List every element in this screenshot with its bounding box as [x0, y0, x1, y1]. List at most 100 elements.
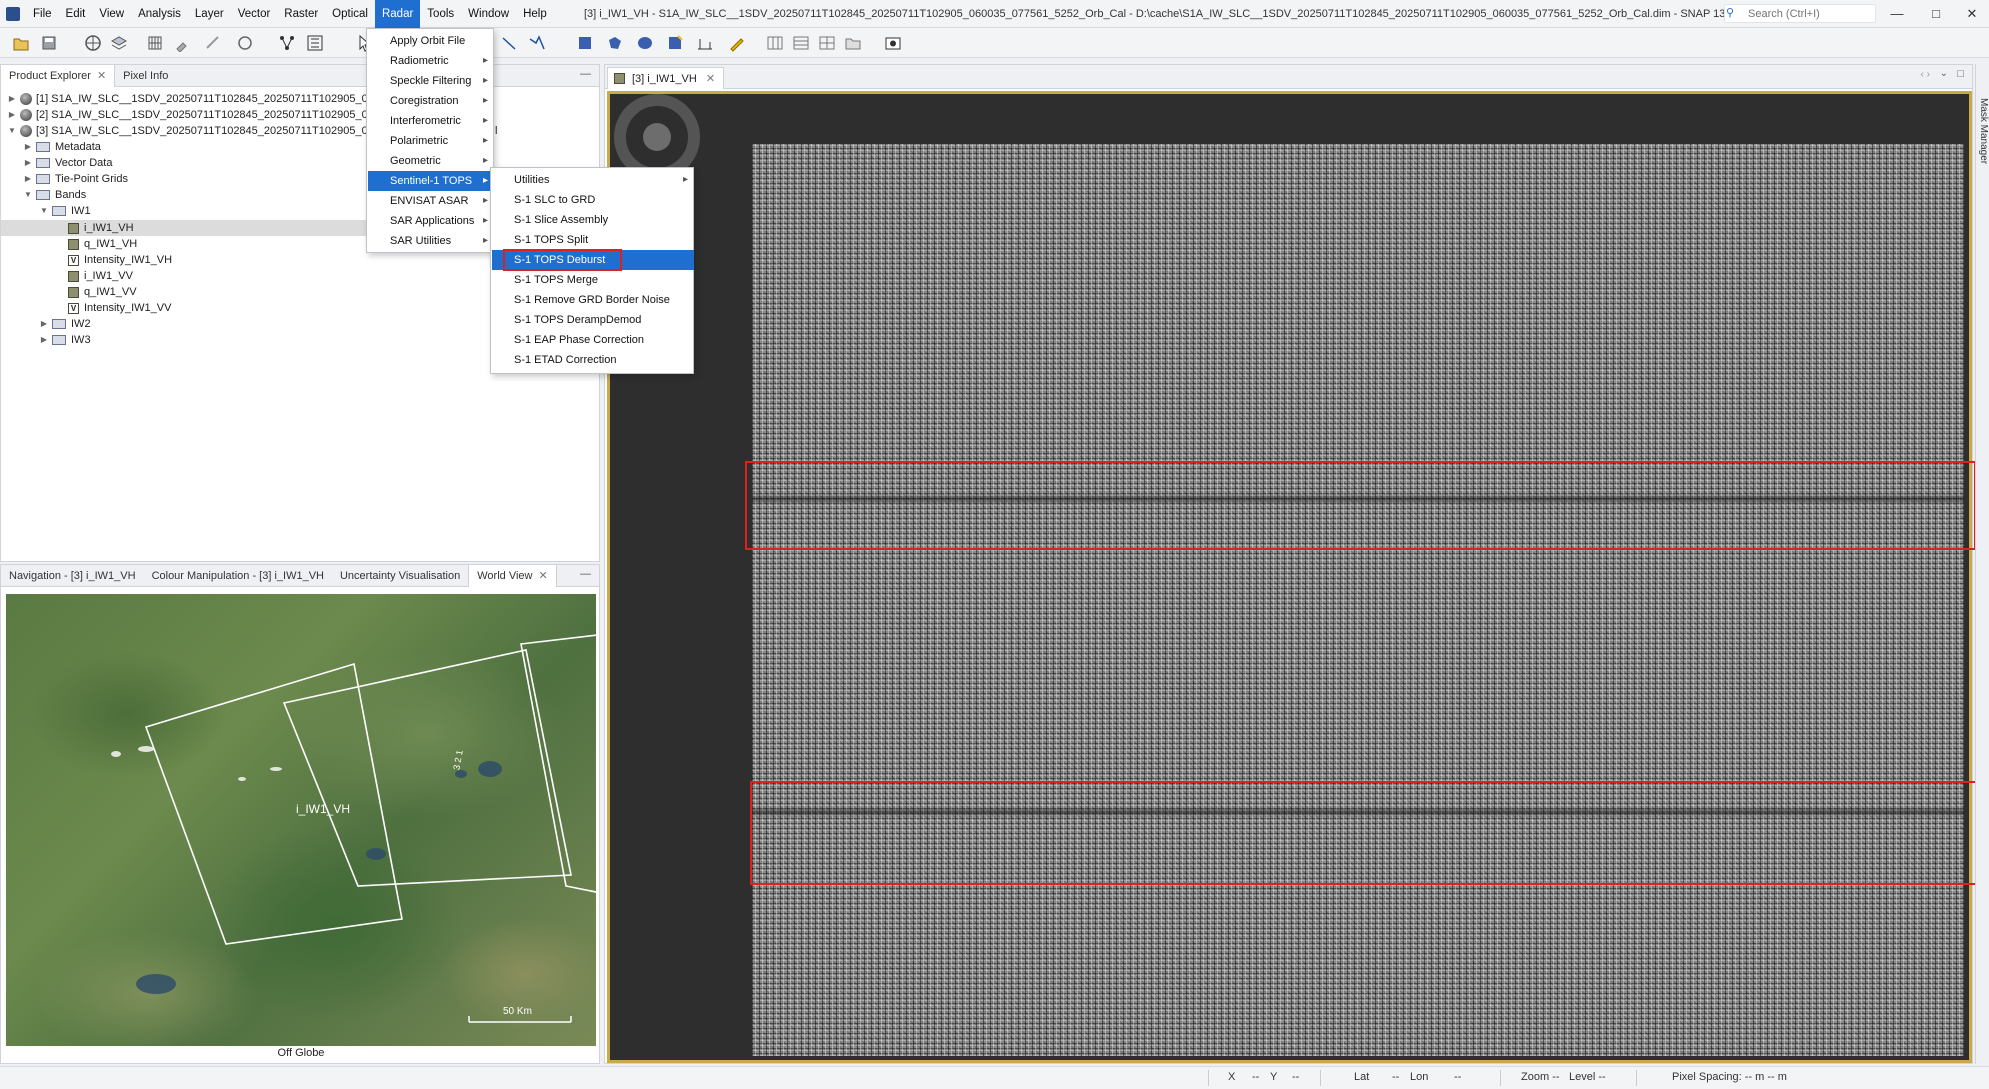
menu-item-slice-assembly[interactable]: S-1 Slice Assembly: [492, 210, 694, 230]
menu-vector[interactable]: Vector: [231, 0, 278, 28]
menu-item-polarimetric[interactable]: Polarimetric ▸: [368, 131, 494, 151]
folder-icon[interactable]: [844, 34, 862, 52]
tree-product-1[interactable]: ▶ [1] S1A_IW_SLC__1SDV_20250711T102845_20…: [7, 91, 380, 107]
graph-builder-icon[interactable]: [278, 34, 296, 52]
menu-item-tops-split[interactable]: S-1 TOPS Split: [492, 230, 694, 250]
tab-list-icon[interactable]: ⌄: [1940, 68, 1948, 79]
tile-horizontal-icon[interactable]: [792, 34, 810, 52]
menu-item-envisat-asar[interactable]: ENVISAT ASAR ▸: [368, 191, 494, 211]
save-product-icon[interactable]: [40, 34, 58, 52]
collapse-arrow-icon[interactable]: ▼: [23, 187, 33, 203]
expand-arrow-icon[interactable]: ▶: [23, 155, 33, 171]
sar-image-i-iw1-vh[interactable]: [752, 144, 1964, 1056]
tab-product-explorer[interactable]: Product Explorer ✕: [1, 65, 116, 87]
menu-item-remove-grd-border-noise[interactable]: S-1 Remove GRD Border Noise: [492, 290, 694, 310]
menu-item-tops-derampdemod[interactable]: S-1 TOPS DerampDemod: [492, 310, 694, 330]
search-input[interactable]: [1748, 5, 1874, 22]
magic-wand-icon[interactable]: [666, 34, 684, 52]
tree-folder-bands[interactable]: ▼ Bands: [23, 187, 86, 203]
layers-icon[interactable]: [110, 34, 128, 52]
menu-raster[interactable]: Raster: [277, 0, 325, 28]
menu-item-utilities[interactable]: Utilities ▸: [492, 170, 694, 190]
tab-colour-manipulation[interactable]: Colour Manipulation - [3] i_IW1_VH: [144, 565, 332, 587]
tree-folder-metadata[interactable]: ▶ Metadata: [23, 139, 101, 155]
menu-optical[interactable]: Optical: [325, 0, 375, 28]
minimize-panel-icon[interactable]: —: [580, 68, 591, 80]
tree-folder-vector-data[interactable]: ▶ Vector Data: [23, 155, 113, 171]
tree-band-q-iw1-vv[interactable]: q_IW1_VV: [68, 284, 137, 300]
minimize-panel-icon[interactable]: —: [580, 568, 591, 580]
footprint-i-iw1-vh[interactable]: [144, 662, 403, 945]
screenshot-icon[interactable]: [884, 34, 902, 52]
collapse-arrow-icon[interactable]: ▼: [39, 203, 49, 219]
tree-group-iw3[interactable]: ▶ IW3: [39, 332, 91, 348]
close-icon[interactable]: ✕: [97, 70, 106, 82]
collapse-arrow-icon[interactable]: ▼: [7, 123, 17, 139]
menu-edit[interactable]: Edit: [59, 0, 93, 28]
menu-window[interactable]: Window: [461, 0, 516, 28]
tree-group-iw2[interactable]: ▶ IW2: [39, 316, 91, 332]
world-view-map[interactable]: i_IW1_VH 3 2 1 50 Km: [6, 594, 596, 1046]
close-icon[interactable]: ✕: [706, 73, 715, 85]
measure-tool-icon[interactable]: [204, 34, 222, 52]
footprint-product-1[interactable]: [520, 634, 596, 894]
menu-help[interactable]: Help: [516, 0, 554, 28]
range-finder-icon[interactable]: [696, 34, 714, 52]
menu-item-slc-to-grd[interactable]: S-1 SLC to GRD: [492, 190, 694, 210]
menu-item-sentinel-1-tops[interactable]: Sentinel-1 TOPS ▸: [368, 171, 494, 191]
tree-band-intensity-iw1-vh[interactable]: V Intensity_IW1_VH: [68, 252, 172, 268]
tile-grid-icon[interactable]: [818, 34, 836, 52]
scroll-tabs-icon[interactable]: ‹ ›: [1921, 69, 1930, 80]
batch-processing-icon[interactable]: [306, 34, 324, 52]
menu-item-sar-applications[interactable]: SAR Applications ▸: [368, 211, 494, 231]
grid-icon[interactable]: [146, 34, 164, 52]
tab-uncertainty-visualisation[interactable]: Uncertainty Visualisation: [332, 565, 468, 587]
menu-item-geometric[interactable]: Geometric ▸: [368, 151, 494, 171]
close-icon[interactable]: ✕: [538, 570, 547, 582]
menu-item-speckle-filtering[interactable]: Speckle Filtering ▸: [368, 71, 494, 91]
expand-arrow-icon[interactable]: ▶: [39, 316, 49, 332]
tree-group-iw1[interactable]: ▼ IW1: [39, 203, 91, 219]
menu-tools[interactable]: Tools: [420, 0, 461, 28]
expand-arrow-icon[interactable]: ▶: [23, 171, 33, 187]
ellipse-tool-icon[interactable]: [636, 34, 654, 52]
rectangle-tool-icon[interactable]: [576, 34, 594, 52]
tree-folder-tie-point-grids[interactable]: ▶ Tie-Point Grids: [23, 171, 128, 187]
menu-radar[interactable]: Radar: [374, 0, 421, 28]
tree-band-i-iw1-vv[interactable]: i_IW1_VV: [68, 268, 133, 284]
expand-arrow-icon[interactable]: ▶: [23, 139, 33, 155]
menu-item-interferometric[interactable]: Interferometric ▸: [368, 111, 494, 131]
menu-item-radiometric[interactable]: Radiometric ▸: [368, 51, 494, 71]
image-canvas[interactable]: [607, 91, 1977, 1063]
close-button[interactable]: ✕: [1960, 4, 1984, 24]
tree-band-q-iw1-vh[interactable]: q_IW1_VH: [68, 236, 137, 252]
refresh-icon[interactable]: [236, 34, 254, 52]
tab-image-i-iw1-vh[interactable]: [3] i_IW1_VH ✕: [607, 67, 725, 89]
maximize-button[interactable]: □: [1924, 4, 1948, 24]
expand-arrow-icon[interactable]: ▶: [39, 332, 49, 348]
menu-item-apply-orbit-file[interactable]: Apply Orbit File: [368, 31, 494, 51]
tree-product-2[interactable]: ▶ [2] S1A_IW_SLC__1SDV_20250711T102845_20…: [7, 107, 380, 123]
menu-item-eap-phase-correction[interactable]: S-1 EAP Phase Correction: [492, 330, 694, 350]
menu-item-etad-correction[interactable]: S-1 ETAD Correction: [492, 350, 694, 370]
tab-navigation[interactable]: Navigation - [3] i_IW1_VH: [1, 565, 144, 587]
expand-arrow-icon[interactable]: ▶: [7, 107, 17, 123]
tab-pixel-info[interactable]: Pixel Info: [115, 65, 176, 87]
line-tool-icon[interactable]: [500, 34, 518, 52]
menu-item-coregistration[interactable]: Coregistration ▸: [368, 91, 494, 111]
tree-band-intensity-iw1-vv[interactable]: V Intensity_IW1_VV: [68, 300, 171, 316]
polygon-tool-icon[interactable]: [606, 34, 624, 52]
polyline-tool-icon[interactable]: [528, 34, 546, 52]
menu-item-tops-merge[interactable]: S-1 TOPS Merge: [492, 270, 694, 290]
pan-center-icon[interactable]: [643, 123, 671, 151]
minimize-button[interactable]: —: [1885, 4, 1909, 24]
mask-manager-tab[interactable]: Mask Manager: [1975, 86, 1989, 176]
globe-icon[interactable]: [84, 34, 102, 52]
tile-evenly-icon[interactable]: [766, 34, 784, 52]
menu-layer[interactable]: Layer: [188, 0, 231, 28]
expand-arrow-icon[interactable]: ▶: [7, 91, 17, 107]
menu-item-sar-utilities[interactable]: SAR Utilities ▸: [368, 231, 494, 251]
maximize-view-icon[interactable]: □: [1957, 68, 1964, 80]
menu-file[interactable]: File: [26, 0, 59, 28]
menu-analysis[interactable]: Analysis: [131, 0, 188, 28]
